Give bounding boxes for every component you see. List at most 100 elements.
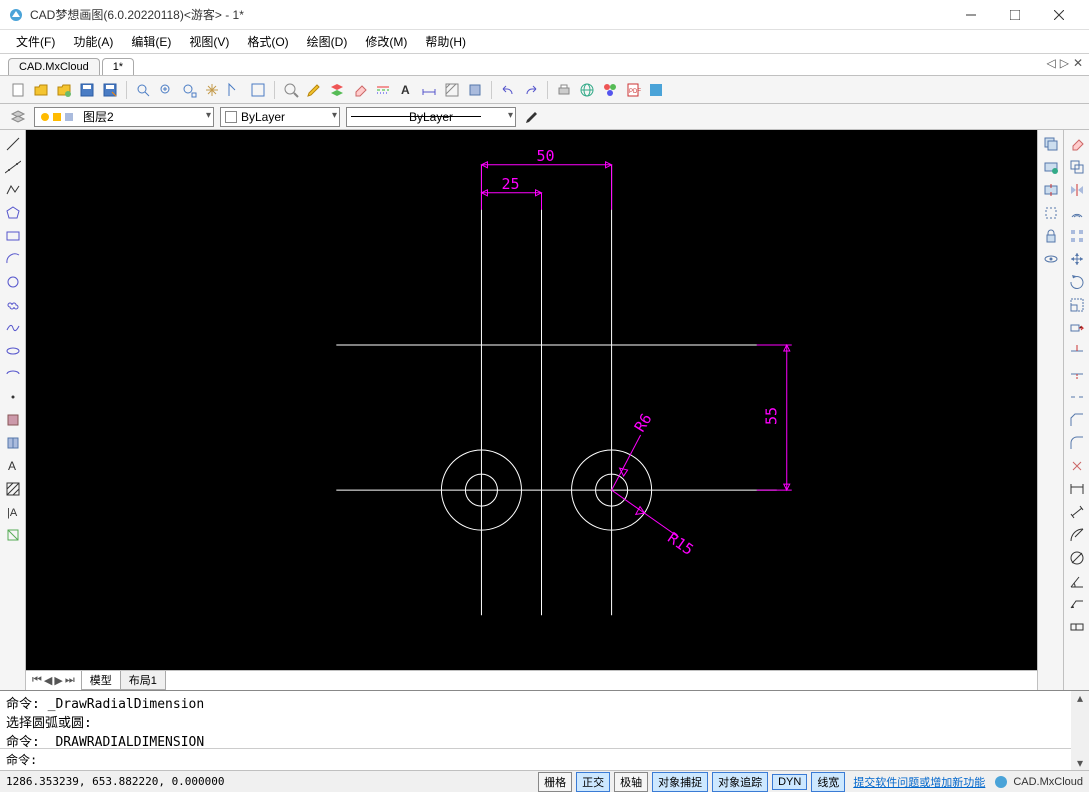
layer-copy-icon[interactable] bbox=[1041, 134, 1061, 154]
explode-icon[interactable] bbox=[1067, 456, 1087, 476]
fillet-icon[interactable] bbox=[1067, 433, 1087, 453]
linetype-edit-icon[interactable] bbox=[522, 107, 542, 127]
rotate-icon[interactable] bbox=[1067, 272, 1087, 292]
menu-view[interactable]: 视图(V) bbox=[183, 31, 235, 52]
tab-layout1[interactable]: 布局1 bbox=[120, 671, 166, 690]
command-scrollbar[interactable]: ▴▾ bbox=[1071, 691, 1089, 770]
region-icon[interactable] bbox=[3, 525, 23, 545]
tab-close-icon[interactable]: ✕ bbox=[1073, 56, 1083, 70]
layer-state-icon[interactable] bbox=[1041, 157, 1061, 177]
rectangle-icon[interactable] bbox=[3, 226, 23, 246]
color-combo[interactable]: ByLayer ▾ bbox=[220, 107, 340, 127]
save-icon[interactable] bbox=[77, 80, 97, 100]
dim-diameter-icon[interactable] bbox=[1067, 548, 1087, 568]
zoom-in-icon[interactable] bbox=[156, 80, 176, 100]
pan-icon[interactable] bbox=[202, 80, 222, 100]
revcloud-icon[interactable] bbox=[3, 295, 23, 315]
prev-icon[interactable]: ◀ bbox=[44, 674, 52, 687]
feedback-link[interactable]: 提交软件问题或增加新功能 bbox=[849, 774, 989, 790]
break-icon[interactable] bbox=[1067, 387, 1087, 407]
maximize-button[interactable] bbox=[993, 1, 1037, 29]
toggle-osnap[interactable]: 对象捕捉 bbox=[652, 772, 708, 792]
hatch-icon[interactable] bbox=[442, 80, 462, 100]
open-icon[interactable] bbox=[31, 80, 51, 100]
zoom-prev-icon[interactable] bbox=[225, 80, 245, 100]
app-icon2[interactable] bbox=[646, 80, 666, 100]
print-icon[interactable] bbox=[554, 80, 574, 100]
linetype-icon[interactable] bbox=[373, 80, 393, 100]
mtext-icon[interactable]: A bbox=[3, 456, 23, 476]
block-icon[interactable] bbox=[465, 80, 485, 100]
line-icon[interactable] bbox=[3, 134, 23, 154]
layer-eye-icon[interactable] bbox=[1041, 249, 1061, 269]
layers-icon[interactable] bbox=[327, 80, 347, 100]
chamfer-icon[interactable] bbox=[1067, 410, 1087, 430]
toggle-grid[interactable]: 栅格 bbox=[538, 772, 572, 792]
stretch-icon[interactable] bbox=[1067, 318, 1087, 338]
tab-drawing1[interactable]: 1* bbox=[102, 58, 134, 75]
minimize-button[interactable] bbox=[949, 1, 993, 29]
spline-icon[interactable] bbox=[3, 318, 23, 338]
hatch2-icon[interactable] bbox=[3, 479, 23, 499]
menu-format[interactable]: 格式(O) bbox=[241, 31, 294, 52]
erase2-icon[interactable] bbox=[1067, 134, 1087, 154]
aligntext-icon[interactable]: |A bbox=[3, 502, 23, 522]
command-input[interactable]: 命令: bbox=[0, 748, 1071, 770]
dim-linear-icon[interactable] bbox=[1067, 479, 1087, 499]
polyline-icon[interactable] bbox=[3, 180, 23, 200]
xline-icon[interactable] bbox=[3, 157, 23, 177]
circle-icon[interactable] bbox=[3, 272, 23, 292]
dim-aligned-icon[interactable] bbox=[1067, 502, 1087, 522]
tolerance-icon[interactable] bbox=[1067, 617, 1087, 637]
tab-next-icon[interactable]: ▷ bbox=[1060, 56, 1069, 70]
menu-modify[interactable]: 修改(M) bbox=[359, 31, 413, 52]
trim-icon[interactable] bbox=[1067, 341, 1087, 361]
layer-manager-icon[interactable] bbox=[8, 107, 28, 127]
toggle-otrack[interactable]: 对象追踪 bbox=[712, 772, 768, 792]
tab-prev-icon[interactable]: ◁ bbox=[1046, 56, 1055, 70]
tab-mxcloud[interactable]: CAD.MxCloud bbox=[8, 58, 100, 75]
drawing-canvas[interactable]: 50 25 55 R6 R15 bbox=[26, 130, 1037, 670]
dim-radius-icon[interactable] bbox=[1067, 525, 1087, 545]
pencil-icon[interactable] bbox=[304, 80, 324, 100]
layer-combo[interactable]: 图层2 ▾ bbox=[34, 107, 214, 127]
palette-icon[interactable] bbox=[600, 80, 620, 100]
layer-lock-icon[interactable] bbox=[1041, 226, 1061, 246]
toggle-dyn[interactable]: DYN bbox=[772, 774, 807, 790]
ellipse-icon[interactable] bbox=[3, 341, 23, 361]
menu-help[interactable]: 帮助(H) bbox=[419, 31, 472, 52]
makeblock-icon[interactable] bbox=[3, 433, 23, 453]
menu-function[interactable]: 功能(A) bbox=[67, 31, 119, 52]
pdf-icon[interactable]: PDF bbox=[623, 80, 643, 100]
magnify-icon[interactable] bbox=[281, 80, 301, 100]
zoom-window-icon[interactable] bbox=[133, 80, 153, 100]
scale-icon[interactable] bbox=[1067, 295, 1087, 315]
open2-icon[interactable] bbox=[54, 80, 74, 100]
toggle-lineweight[interactable]: 线宽 bbox=[811, 772, 845, 792]
move-icon[interactable] bbox=[1067, 249, 1087, 269]
globe-icon[interactable] bbox=[577, 80, 597, 100]
undo-icon[interactable] bbox=[498, 80, 518, 100]
zoom-extents-icon[interactable] bbox=[179, 80, 199, 100]
offset-icon[interactable] bbox=[1067, 203, 1087, 223]
mirror-icon[interactable] bbox=[1067, 180, 1087, 200]
textstyle-icon[interactable]: A bbox=[396, 80, 416, 100]
toggle-polar[interactable]: 极轴 bbox=[614, 772, 648, 792]
menu-draw[interactable]: 绘图(D) bbox=[301, 31, 354, 52]
close-button[interactable] bbox=[1037, 1, 1081, 29]
leader-icon[interactable] bbox=[1067, 594, 1087, 614]
dimstyle-icon[interactable] bbox=[419, 80, 439, 100]
cloud-badge[interactable]: CAD.MxCloud bbox=[993, 774, 1083, 790]
layer-freeze-icon[interactable] bbox=[1041, 203, 1061, 223]
menu-edit[interactable]: 编辑(E) bbox=[125, 31, 177, 52]
arc-icon[interactable] bbox=[3, 249, 23, 269]
menu-file[interactable]: 文件(F) bbox=[10, 31, 61, 52]
toggle-ortho[interactable]: 正交 bbox=[576, 772, 610, 792]
erase-icon[interactable] bbox=[350, 80, 370, 100]
last-icon[interactable]: ⏭ bbox=[65, 674, 75, 687]
array-icon[interactable] bbox=[1067, 226, 1087, 246]
layer-iso-icon[interactable] bbox=[1041, 180, 1061, 200]
extend-icon[interactable] bbox=[1067, 364, 1087, 384]
zoom-all-icon[interactable] bbox=[248, 80, 268, 100]
tab-model[interactable]: 模型 bbox=[81, 671, 121, 690]
